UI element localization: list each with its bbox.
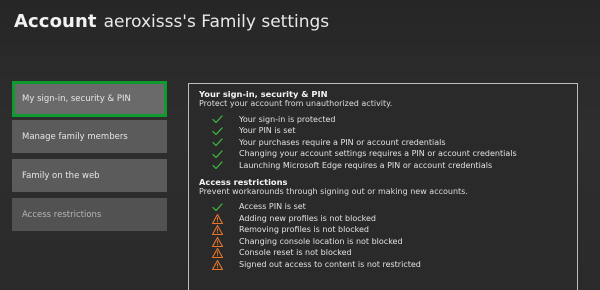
sidebar-item-sign-in-security-pin[interactable]: My sign-in, security & PIN: [12, 81, 167, 117]
breadcrumb-account: Account: [14, 11, 97, 32]
sidebar-item-family-on-the-web[interactable]: Family on the web: [12, 159, 167, 192]
status-text: Console reset is not blocked: [239, 248, 352, 258]
status-text: Changing console location is not blocked: [239, 236, 403, 246]
status-item: Adding new profiles is not blocked: [199, 213, 567, 225]
sidebar-item-label: My sign-in, security & PIN: [22, 94, 131, 104]
warning-icon: [211, 225, 223, 236]
status-item: Access PIN is set: [199, 202, 567, 214]
section-title-access-restrictions: Access restrictions: [199, 176, 288, 187]
page-title: aeroxisss's Family settings: [103, 12, 330, 32]
section-description-sign-in-security: Protect your account from unauthorized a…: [199, 99, 393, 108]
page-header: Account aeroxisss's Family settings: [14, 11, 329, 35]
status-text: Your purchases require a PIN or account …: [239, 137, 446, 147]
status-text: Your PIN is set: [239, 126, 296, 136]
sidebar-item-manage-family-members[interactable]: Manage family members: [12, 120, 167, 153]
details-panel: Your sign-in, security & PIN Protect you…: [188, 83, 578, 290]
status-item: Changing your account settings requires …: [199, 149, 567, 161]
check-icon: [211, 114, 223, 125]
sidebar: My sign-in, security & PIN Manage family…: [12, 81, 167, 237]
status-item: Your purchases require a PIN or account …: [199, 137, 567, 149]
status-item: Your sign-in is protected: [199, 114, 567, 126]
check-icon: [211, 137, 223, 148]
status-item: Removing profiles is not blocked: [199, 225, 567, 237]
status-text: Removing profiles is not blocked: [239, 225, 369, 235]
status-list-sign-in-security: Your sign-in is protected Your PIN is set…: [199, 114, 567, 172]
status-list-access-restrictions: Access PIN is set Adding new profiles is …: [199, 202, 567, 271]
check-icon: [211, 126, 223, 137]
check-icon: [211, 202, 223, 213]
status-item: Console reset is not blocked: [199, 248, 567, 260]
status-item: Signed out access to content is not rest…: [199, 259, 567, 271]
status-text: Changing your account settings requires …: [239, 149, 517, 159]
status-text: Your sign-in is protected: [239, 114, 336, 124]
sidebar-item-label: Manage family members: [22, 131, 128, 142]
sidebar-item-access-restrictions[interactable]: Access restrictions: [12, 198, 167, 231]
sidebar-item-label: Access restrictions: [22, 209, 102, 220]
section-description-access-restrictions: Prevent workarounds through signing out …: [199, 186, 468, 196]
check-icon: [211, 160, 223, 171]
status-text: Signed out access to content is not rest…: [239, 259, 421, 269]
warning-icon: [211, 248, 223, 259]
status-item: Changing console location is not blocked: [199, 236, 567, 248]
check-icon: [211, 149, 223, 160]
status-item: Launching Microsoft Edge requires a PIN …: [199, 160, 567, 172]
status-text: Access PIN is set: [239, 202, 306, 212]
status-text: Launching Microsoft Edge requires a PIN …: [239, 160, 493, 170]
warning-icon: [211, 213, 223, 224]
warning-icon: [211, 236, 223, 247]
status-item: Your PIN is set: [199, 126, 567, 138]
sidebar-item-label: Family on the web: [22, 170, 100, 181]
status-text: Adding new profiles is not blocked: [239, 213, 376, 223]
warning-icon: [211, 259, 223, 270]
section-title-sign-in-security: Your sign-in, security & PIN: [199, 89, 328, 99]
